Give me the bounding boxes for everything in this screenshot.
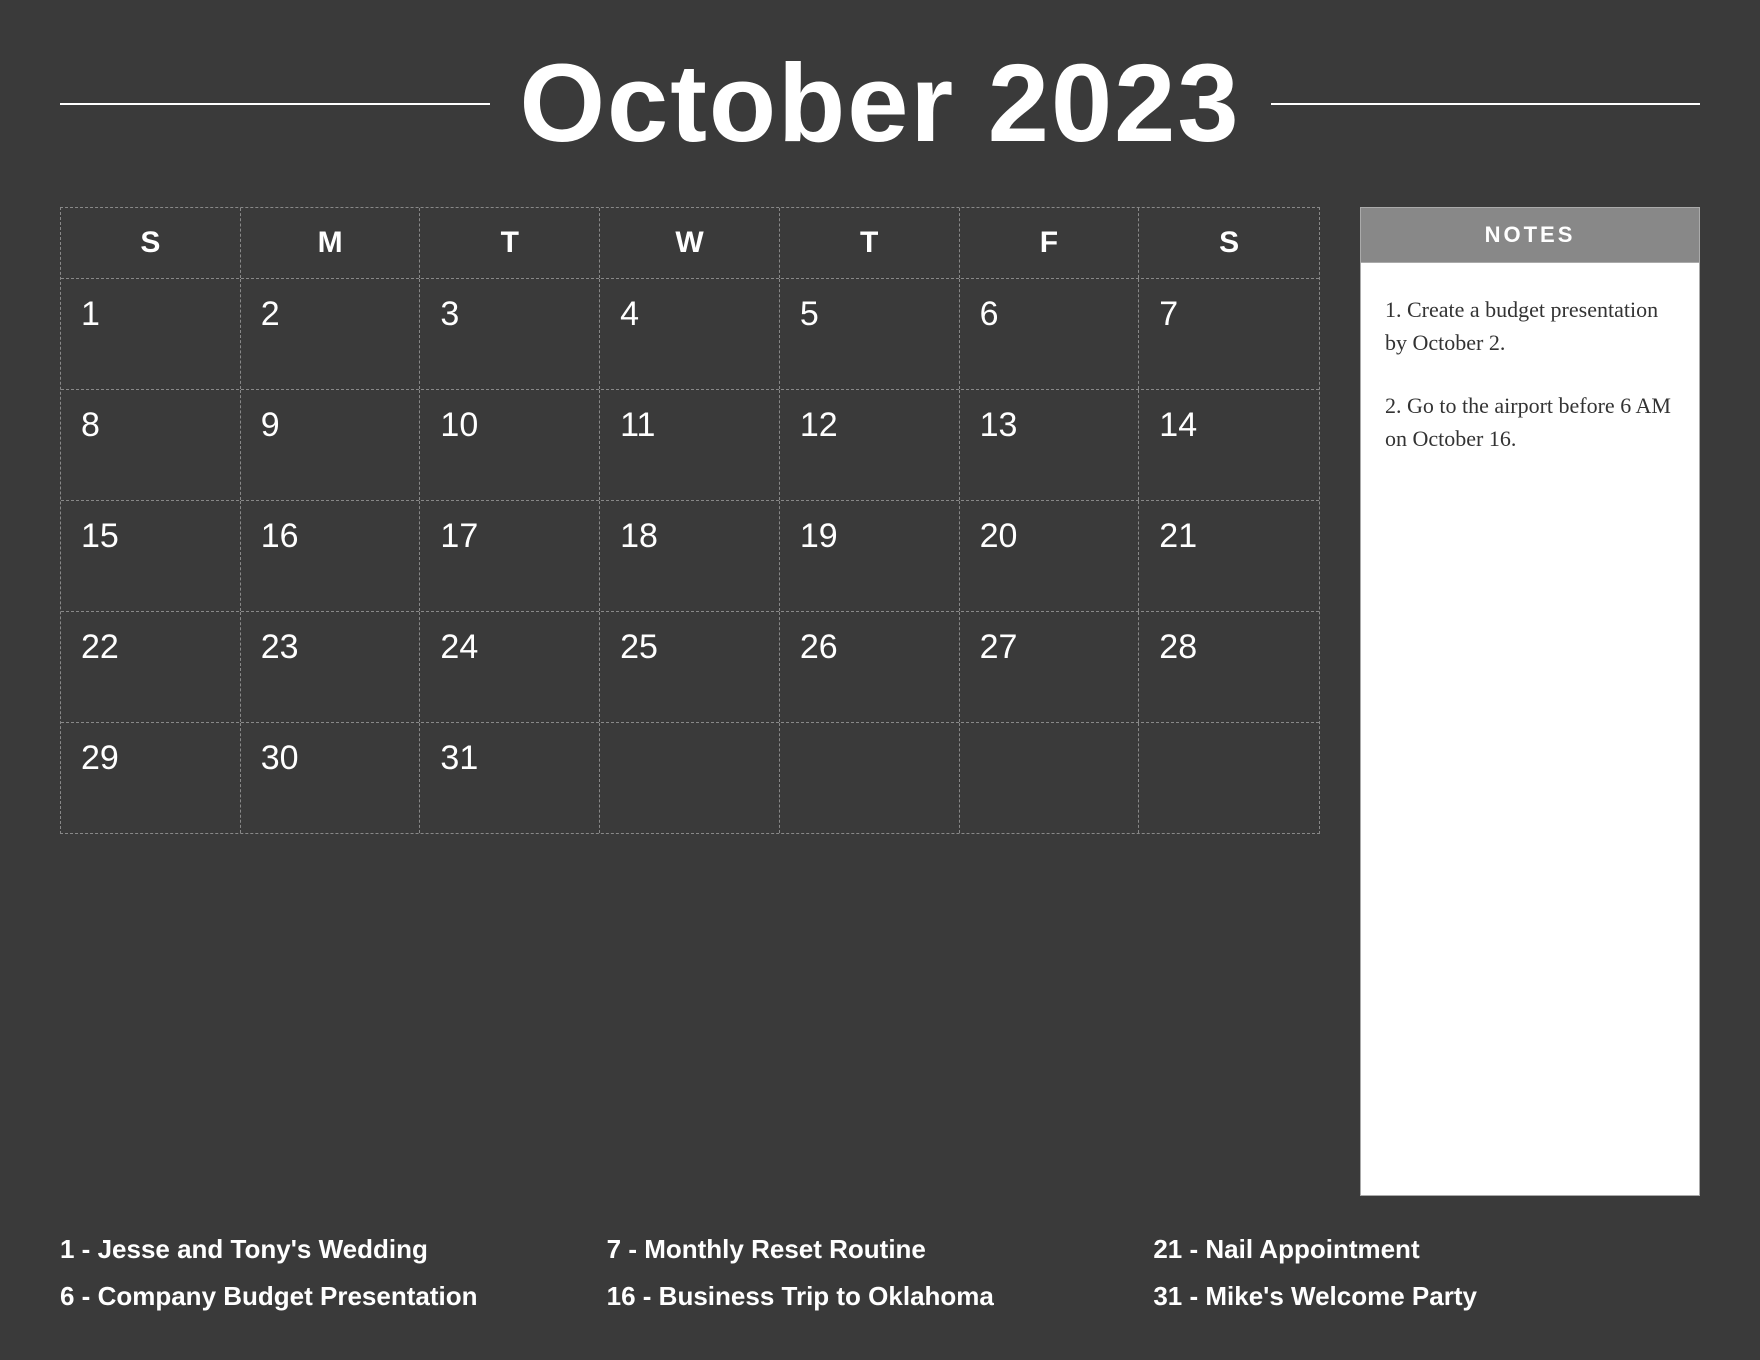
calendar-cell: 6 bbox=[960, 279, 1140, 389]
calendar-cell: 1 bbox=[61, 279, 241, 389]
calendar-cell: . bbox=[1139, 723, 1319, 833]
calendar-grid: SMTWTFS 12345678910111213141516171819202… bbox=[60, 207, 1320, 834]
events-footer: 1 - Jesse and Tony's Wedding7 - Monthly … bbox=[60, 1226, 1700, 1320]
calendar-cell: 20 bbox=[960, 501, 1140, 611]
calendar-cell: . bbox=[780, 723, 960, 833]
calendar-cell: 31 bbox=[420, 723, 600, 833]
calendar-cell: 30 bbox=[241, 723, 421, 833]
calendar-day-header: F bbox=[960, 208, 1140, 278]
calendar-cell: 12 bbox=[780, 390, 960, 500]
calendar-week-row: 891011121314 bbox=[61, 390, 1319, 501]
calendar-cell: 5 bbox=[780, 279, 960, 389]
calendar-cell: 8 bbox=[61, 390, 241, 500]
notes-item: 1. Create a budget presentation by Octob… bbox=[1385, 293, 1675, 359]
event-item: 16 - Business Trip to Oklahoma bbox=[607, 1273, 1154, 1320]
calendar-cell: 7 bbox=[1139, 279, 1319, 389]
event-item: 7 - Monthly Reset Routine bbox=[607, 1226, 1154, 1273]
calendar-week-row: 1234567 bbox=[61, 279, 1319, 390]
calendar-day-header: T bbox=[420, 208, 600, 278]
title-section: October 2023 bbox=[60, 40, 1700, 167]
calendar-cell: 19 bbox=[780, 501, 960, 611]
title-line-right bbox=[1271, 103, 1701, 105]
calendar-cell: 11 bbox=[600, 390, 780, 500]
calendar-cell: 2 bbox=[241, 279, 421, 389]
calendar-cell: 23 bbox=[241, 612, 421, 722]
calendar-day-header: W bbox=[600, 208, 780, 278]
notes-body: 1. Create a budget presentation by Octob… bbox=[1360, 263, 1700, 1196]
calendar-week-row: 22232425262728 bbox=[61, 612, 1319, 723]
calendar-header-row: SMTWTFS bbox=[61, 208, 1319, 279]
calendar-week-row: 15161718192021 bbox=[61, 501, 1319, 612]
calendar-cell: 25 bbox=[600, 612, 780, 722]
calendar-cell: 10 bbox=[420, 390, 600, 500]
page-title: October 2023 bbox=[490, 40, 1271, 167]
calendar-cell: 17 bbox=[420, 501, 600, 611]
calendar-section: SMTWTFS 12345678910111213141516171819202… bbox=[60, 207, 1320, 1196]
calendar-cell: 9 bbox=[241, 390, 421, 500]
event-item: 21 - Nail Appointment bbox=[1153, 1226, 1700, 1273]
calendar-cell: 29 bbox=[61, 723, 241, 833]
calendar-day-header: S bbox=[1139, 208, 1319, 278]
calendar-cell: 26 bbox=[780, 612, 960, 722]
calendar-cell: 28 bbox=[1139, 612, 1319, 722]
calendar-cell: 13 bbox=[960, 390, 1140, 500]
calendar-cell: 22 bbox=[61, 612, 241, 722]
notes-header: NOTES bbox=[1360, 207, 1700, 263]
calendar-cell: 21 bbox=[1139, 501, 1319, 611]
calendar-cell: 15 bbox=[61, 501, 241, 611]
calendar-cell: 14 bbox=[1139, 390, 1319, 500]
calendar-day-header: T bbox=[780, 208, 960, 278]
calendar-day-header: S bbox=[61, 208, 241, 278]
calendar-cell: 16 bbox=[241, 501, 421, 611]
title-line-left bbox=[60, 103, 490, 105]
calendar-cell: . bbox=[960, 723, 1140, 833]
event-item: 1 - Jesse and Tony's Wedding bbox=[60, 1226, 607, 1273]
event-item: 6 - Company Budget Presentation bbox=[60, 1273, 607, 1320]
calendar-cell: 27 bbox=[960, 612, 1140, 722]
calendar-cell: 24 bbox=[420, 612, 600, 722]
calendar-cell: 4 bbox=[600, 279, 780, 389]
notes-item: 2. Go to the airport before 6 AM on Octo… bbox=[1385, 389, 1675, 455]
calendar-cell: . bbox=[600, 723, 780, 833]
calendar-week-row: 293031.... bbox=[61, 723, 1319, 833]
calendar-cell: 18 bbox=[600, 501, 780, 611]
calendar-cell: 3 bbox=[420, 279, 600, 389]
event-item: 31 - Mike's Welcome Party bbox=[1153, 1273, 1700, 1320]
calendar-day-header: M bbox=[241, 208, 421, 278]
main-content: SMTWTFS 12345678910111213141516171819202… bbox=[60, 207, 1700, 1196]
notes-section: NOTES 1. Create a budget presentation by… bbox=[1360, 207, 1700, 1196]
